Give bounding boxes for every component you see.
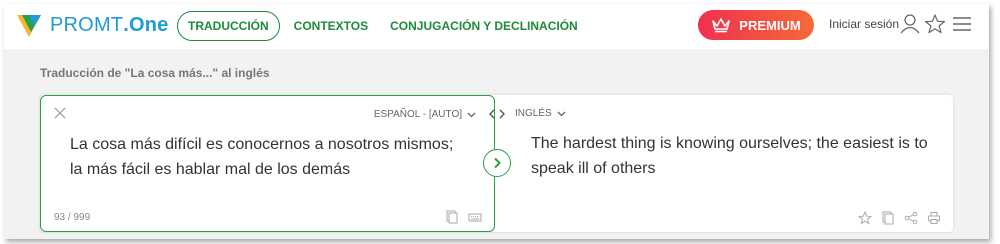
source-language-label: ESPAÑOL - [AUTO] <box>373 109 462 120</box>
print-icon[interactable] <box>927 211 941 225</box>
copy-icon[interactable] <box>445 210 459 224</box>
target-language-label: INGLÉS <box>515 108 552 119</box>
source-pane: ESPAÑOL - [AUTO] La cosa más difícil es … <box>40 95 495 232</box>
chevron-down-icon <box>467 112 476 117</box>
char-counter: 93 / 999 <box>54 212 91 223</box>
logo[interactable]: PROMT.One <box>16 11 168 39</box>
crown-icon <box>712 18 731 33</box>
main-nav: TRADUCCIÓN CONTEXTOS CONJUGACIÓN Y DECLI… <box>177 11 600 41</box>
logo-name: PROMT <box>50 13 124 36</box>
keyboard-icon[interactable] <box>468 210 482 224</box>
premium-button[interactable]: PREMIUM <box>698 10 814 40</box>
favorite-star-icon[interactable] <box>857 210 873 225</box>
premium-label: PREMIUM <box>739 17 801 33</box>
target-language-select[interactable]: INGLÉS <box>515 108 566 119</box>
promt-logo-icon <box>17 15 41 37</box>
user-icon[interactable] <box>899 13 921 35</box>
source-actions <box>436 210 482 224</box>
target-actions <box>849 210 941 225</box>
target-pane: INGLÉS The hardest thing is knowing ours… <box>500 95 953 232</box>
star-icon[interactable] <box>924 13 946 35</box>
copy-translation-icon[interactable] <box>881 211 895 225</box>
translation-output: The hardest thing is knowing ourselves; … <box>531 135 928 177</box>
share-icon[interactable] <box>904 211 918 225</box>
logo-text: PROMT.One <box>50 14 168 37</box>
source-language-select[interactable]: ESPAÑOL - [AUTO] <box>374 109 476 120</box>
menu-icon[interactable] <box>951 13 973 35</box>
source-text-input[interactable]: La cosa más difícil es conocernos a noso… <box>70 132 470 182</box>
nav-conjugation[interactable]: CONJUGACIÓN Y DECLINACIÓN <box>390 19 578 33</box>
chevron-down-icon <box>557 111 566 116</box>
translator-panel: ESPAÑOL - [AUTO] La cosa más difícil es … <box>40 95 953 232</box>
app-frame: PROMT.One TRADUCCIÓN CONTEXTOS CONJUGACI… <box>4 4 989 239</box>
header: PROMT.One TRADUCCIÓN CONTEXTOS CONJUGACI… <box>4 4 989 49</box>
logo-suffix: .One <box>123 13 169 36</box>
login-link[interactable]: Iniciar sesión <box>829 17 899 31</box>
nav-translation[interactable]: TRADUCCIÓN <box>177 11 280 41</box>
page-title: Traducción de "La cosa más..." al inglés <box>40 66 270 80</box>
nav-contexts[interactable]: CONTEXTOS <box>294 19 368 33</box>
close-icon[interactable] <box>53 106 67 120</box>
